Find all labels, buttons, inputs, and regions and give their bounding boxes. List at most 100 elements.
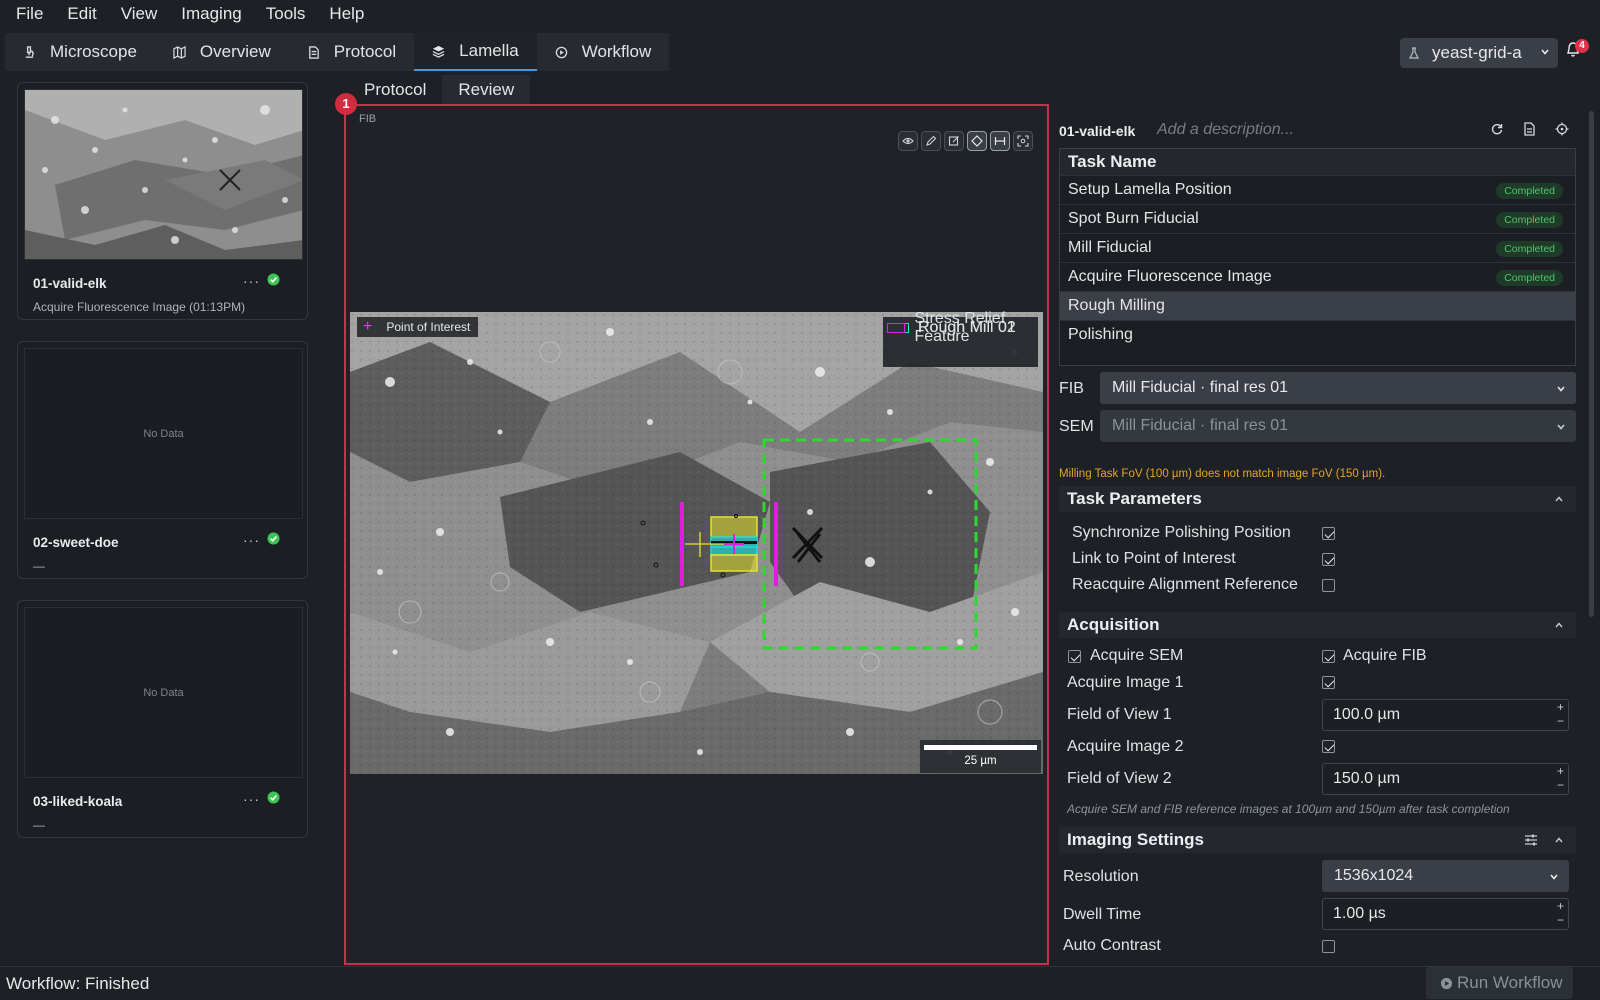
poi-legend: + Point of Interest bbox=[357, 317, 479, 337]
measure-icon[interactable] bbox=[990, 131, 1010, 151]
flask-icon bbox=[1409, 47, 1419, 59]
legend-swatch bbox=[887, 322, 906, 333]
more-options-button[interactable]: ··· bbox=[243, 273, 260, 289]
acquire-image-1-label: Acquire Image 1 bbox=[1067, 674, 1184, 691]
dwell-time-spinbox[interactable]: 1.00 µs + − bbox=[1322, 898, 1569, 930]
stepper-icon[interactable]: + − bbox=[1557, 764, 1564, 792]
chevron-up-icon bbox=[1555, 622, 1563, 628]
stepper-icon[interactable]: + − bbox=[1557, 899, 1564, 927]
tab-lamella-label: Lamella bbox=[459, 41, 519, 60]
fib-image[interactable] bbox=[350, 312, 1043, 774]
diamond-icon[interactable] bbox=[967, 131, 987, 151]
menu-tools[interactable]: Tools bbox=[254, 0, 318, 28]
lamella-card[interactable]: No Data 02-sweet-doe ··· — bbox=[17, 341, 308, 579]
thumbnail-image bbox=[25, 90, 302, 259]
menu-help[interactable]: Help bbox=[317, 0, 376, 28]
chevron-up-icon bbox=[1555, 496, 1563, 502]
chevron-down-icon bbox=[1557, 424, 1565, 430]
target-icon[interactable] bbox=[1555, 122, 1569, 136]
section-imaging-settings[interactable]: Imaging Settings bbox=[1059, 827, 1576, 853]
sem-reference-select[interactable]: Mill Fiducial · final res 01 bbox=[1100, 410, 1576, 442]
auto-contrast-checkbox[interactable] bbox=[1322, 940, 1335, 953]
sliders-icon[interactable] bbox=[1524, 833, 1538, 847]
acquire-image-2-checkbox[interactable] bbox=[1322, 740, 1335, 753]
report-icon[interactable] bbox=[1522, 122, 1536, 136]
run-workflow-button[interactable]: Run Workflow bbox=[1426, 967, 1573, 999]
description-input[interactable]: Add a description... bbox=[1157, 121, 1294, 139]
tab-lamella[interactable]: Lamella bbox=[414, 33, 537, 71]
tab-microscope[interactable]: Microscope bbox=[5, 33, 155, 71]
acquire-image-2-label: Acquire Image 2 bbox=[1067, 738, 1184, 755]
fib-reference-select[interactable]: Mill Fiducial · final res 01 bbox=[1100, 372, 1576, 404]
sem-label: SEM bbox=[1059, 418, 1094, 435]
acquire-image-1-checkbox[interactable] bbox=[1322, 676, 1335, 689]
more-options-button[interactable]: ··· bbox=[243, 532, 260, 548]
more-options-button[interactable]: ··· bbox=[243, 791, 260, 807]
subtab-protocol[interactable]: Protocol bbox=[348, 75, 443, 107]
section-acquisition[interactable]: Acquisition bbox=[1059, 612, 1576, 638]
sync-polishing-checkbox[interactable] bbox=[1322, 527, 1335, 540]
task-row[interactable]: Rough Milling bbox=[1060, 291, 1575, 320]
stepper-icon[interactable]: + − bbox=[1557, 700, 1564, 728]
fov1-spinbox[interactable]: 100.0 µm + − bbox=[1322, 699, 1569, 731]
workflow-status: Workflow: Finished bbox=[6, 974, 150, 993]
status-badge: Completed bbox=[1496, 212, 1563, 228]
acquire-sem-checkbox[interactable] bbox=[1068, 650, 1081, 663]
task-row[interactable]: Polishing bbox=[1060, 320, 1575, 349]
section-title: Task Parameters bbox=[1067, 489, 1202, 508]
check-circle-icon bbox=[267, 791, 280, 804]
param-label: Reacquire Alignment Reference bbox=[1072, 576, 1298, 593]
tab-overview[interactable]: Overview bbox=[155, 33, 289, 71]
eye-icon[interactable] bbox=[898, 131, 918, 151]
sem-reference-value: Mill Fiducial · final res 01 bbox=[1112, 417, 1289, 434]
param-label: Synchronize Polishing Position bbox=[1072, 524, 1291, 541]
chevron-up-icon bbox=[1555, 837, 1563, 843]
task-row[interactable]: Mill Fiducial Completed bbox=[1060, 233, 1575, 262]
param-label: Link to Point of Interest bbox=[1072, 550, 1236, 567]
chevron-down-icon bbox=[1550, 874, 1558, 880]
menu-view[interactable]: View bbox=[109, 0, 170, 28]
menu-edit[interactable]: Edit bbox=[55, 0, 108, 28]
tab-protocol[interactable]: Protocol bbox=[289, 33, 414, 71]
poi-label: Point of Interest bbox=[386, 320, 471, 334]
auto-contrast-label: Auto Contrast bbox=[1063, 937, 1161, 954]
menu-file[interactable]: File bbox=[4, 0, 55, 28]
fov1-value: 100.0 µm bbox=[1333, 706, 1401, 723]
pencil-icon[interactable] bbox=[921, 131, 941, 151]
document-icon bbox=[308, 45, 319, 59]
fov2-spinbox[interactable]: 150.0 µm + − bbox=[1322, 763, 1569, 795]
task-row[interactable]: Acquire Fluorescence Image Completed bbox=[1060, 262, 1575, 291]
fit-view-icon[interactable] bbox=[1013, 131, 1033, 151]
lamella-card[interactable]: No Data 03-liked-koala ··· — bbox=[17, 600, 308, 838]
run-workflow-label: Run Workflow bbox=[1457, 973, 1563, 992]
legend-label: Stress Relief Feature bbox=[914, 309, 1006, 345]
link-poi-checkbox[interactable] bbox=[1322, 553, 1335, 566]
menu-imaging[interactable]: Imaging bbox=[169, 0, 253, 28]
lamella-status: — bbox=[33, 818, 45, 832]
map-icon bbox=[173, 45, 186, 59]
task-row[interactable]: Spot Burn Fiducial Completed bbox=[1060, 204, 1575, 233]
tab-workflow-label: Workflow bbox=[581, 42, 652, 61]
tab-workflow[interactable]: Workflow bbox=[537, 33, 670, 71]
task-name: Spot Burn Fiducial bbox=[1068, 210, 1199, 227]
edit-box-icon[interactable] bbox=[944, 131, 964, 151]
acquire-fib-label: Acquire FIB bbox=[1343, 647, 1427, 664]
fib-label: FIB bbox=[1059, 380, 1084, 397]
play-circle-icon bbox=[1440, 977, 1453, 989]
acquire-fib-checkbox[interactable] bbox=[1322, 650, 1335, 663]
refresh-icon[interactable] bbox=[1490, 122, 1504, 136]
lamella-status: Acquire Fluorescence Image (01:13PM) bbox=[33, 300, 246, 314]
right-panel-scrollbar[interactable] bbox=[1589, 111, 1594, 617]
tab-protocol-label: Protocol bbox=[333, 42, 397, 61]
task-row[interactable]: Setup Lamella Position Completed bbox=[1060, 175, 1575, 204]
fov2-label: Field of View 2 bbox=[1067, 770, 1172, 787]
reacquire-alignment-checkbox[interactable] bbox=[1322, 579, 1335, 592]
chevron-down-icon bbox=[1557, 386, 1565, 392]
project-selector[interactable]: yeast-grid-a bbox=[1400, 38, 1558, 68]
subtab-review[interactable]: Review bbox=[442, 75, 531, 107]
resolution-select[interactable]: 1536x1024 bbox=[1322, 860, 1569, 892]
dwell-time-label: Dwell Time bbox=[1063, 906, 1142, 923]
status-badge: Completed bbox=[1496, 270, 1563, 286]
lamella-card[interactable]: 01-valid-elk ··· Acquire Fluorescence Im… bbox=[17, 82, 308, 320]
section-task-parameters[interactable]: Task Parameters bbox=[1059, 486, 1576, 512]
